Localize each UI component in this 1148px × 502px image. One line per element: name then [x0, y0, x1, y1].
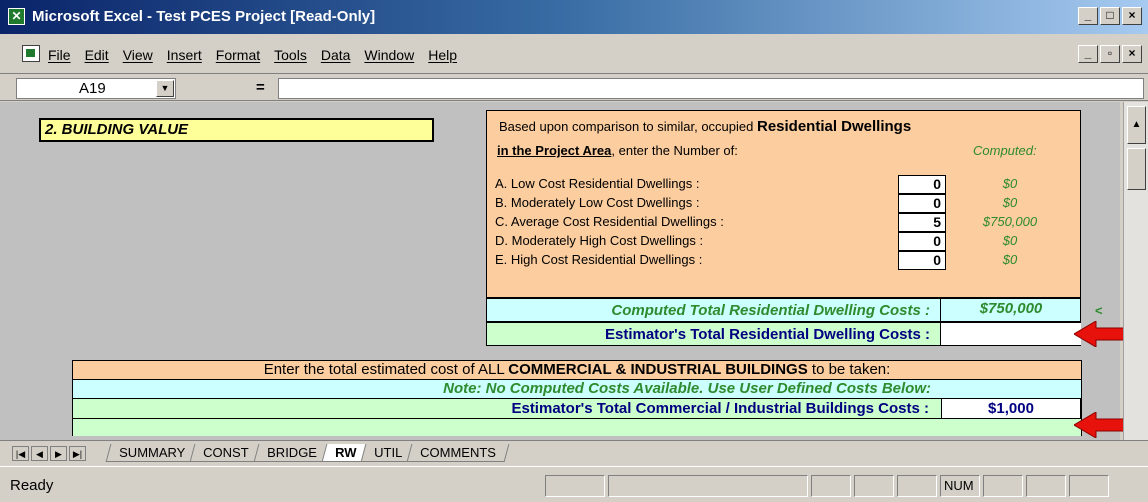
menu-format[interactable]: Format	[216, 47, 260, 63]
menu-window[interactable]: Window	[364, 47, 414, 63]
dwelling-computed-cost: $0	[1002, 233, 1018, 248]
dwelling-label: E. High Cost Residential Dwellings :	[495, 252, 703, 267]
status-cell	[854, 475, 894, 497]
estimator-residential-row: Estimator's Total Residential Dwelling C…	[486, 322, 1081, 346]
dwelling-label: D. Moderately High Cost Dwellings :	[495, 233, 704, 248]
cell-reference: A19	[79, 80, 106, 97]
residential-panel: Based upon comparison to similar, occupi…	[486, 110, 1081, 298]
menu-edit[interactable]: Edit	[85, 47, 109, 63]
dwelling-quantity-input[interactable]: 0	[898, 194, 946, 213]
dwelling-row: A. Low Cost Residential Dwellings : 0 $0	[495, 175, 1075, 194]
commercial-note: Note: No Computed Costs Available. Use U…	[73, 380, 1081, 399]
commercial-intro: Enter the total estimated cost of ALL CO…	[73, 361, 1081, 380]
estimator-residential-input[interactable]	[940, 323, 1081, 345]
estimator-commercial-label: Estimator's Total Commercial / Industria…	[511, 400, 929, 417]
estimator-commercial-input[interactable]: $1,000	[941, 398, 1081, 419]
formula-bar: A19 ▼ =	[0, 75, 1148, 101]
dwelling-computed-cost: $0	[1002, 176, 1018, 191]
scroll-up-icon[interactable]: ▲	[1127, 106, 1146, 144]
close-button[interactable]: ×	[1122, 7, 1142, 25]
scroll-thumb[interactable]	[1127, 148, 1146, 190]
computed-total-label: Computed Total Residential Dwelling Cost…	[611, 302, 930, 319]
dwelling-quantity-input[interactable]: 0	[898, 175, 946, 194]
dwelling-label: B. Moderately Low Cost Dwellings :	[495, 195, 700, 210]
commercial-blank-row	[73, 419, 1081, 436]
menu-file[interactable]: File	[48, 47, 71, 63]
last-sheet-icon[interactable]: ▶|	[69, 446, 86, 461]
status-text: Ready	[10, 477, 54, 494]
minimize-button[interactable]: _	[1078, 7, 1098, 25]
computed-total-row: Computed Total Residential Dwelling Cost…	[486, 298, 1081, 322]
dwelling-quantity-input[interactable]: 5	[898, 213, 946, 232]
menu-help[interactable]: Help	[428, 47, 457, 63]
excel-app-icon[interactable]: ✕	[8, 8, 25, 25]
document-controls: _ ▫ ×	[1078, 45, 1142, 63]
status-bar: Ready NUM	[0, 466, 1148, 502]
residential-area-line: in the Project Area, enter the Number of…	[497, 143, 738, 158]
menu-insert[interactable]: Insert	[167, 47, 202, 63]
residential-intro: Based upon comparison to similar, occupi…	[499, 118, 912, 135]
computed-total-value[interactable]: $750,000	[940, 299, 1081, 321]
pointer-marker: <	[1095, 303, 1103, 318]
first-sheet-icon[interactable]: |◀	[12, 446, 29, 461]
dwelling-row: E. High Cost Residential Dwellings : 0 $…	[495, 251, 1075, 270]
computed-header: Computed:	[973, 143, 1037, 158]
status-cell	[811, 475, 851, 497]
menu-bar: File Edit View Insert Format Tools Data …	[0, 34, 1148, 74]
status-cell	[545, 475, 605, 497]
window-controls: _ □ ×	[1078, 7, 1142, 25]
prev-sheet-icon[interactable]: ◀	[31, 446, 48, 461]
dwelling-quantity-input[interactable]: 0	[898, 251, 946, 270]
dwelling-label: C. Average Cost Residential Dwellings :	[495, 214, 724, 229]
status-cell	[983, 475, 1023, 497]
estimator-residential-label: Estimator's Total Residential Dwelling C…	[604, 326, 930, 343]
doc-close-button[interactable]: ×	[1122, 45, 1142, 63]
status-cell	[897, 475, 937, 497]
sheet-tab-bar: |◀ ◀ ▶ ▶| SUMMARY CONST BRIDGE RW UTIL C…	[0, 440, 1148, 465]
workbook-icon[interactable]	[22, 45, 40, 62]
dwelling-row: B. Moderately Low Cost Dwellings : 0 $0	[495, 194, 1075, 213]
equals-icon[interactable]: =	[256, 79, 265, 96]
section-title: 2. BUILDING VALUE	[39, 118, 434, 142]
worksheet[interactable]: 2. BUILDING VALUE Based upon comparison …	[0, 102, 1144, 440]
title-bar: ✕ Microsoft Excel - Test PCES Project [R…	[0, 0, 1148, 34]
dwelling-quantity-input[interactable]: 0	[898, 232, 946, 251]
status-indicators: NUM	[545, 475, 1109, 497]
doc-minimize-button[interactable]: _	[1078, 45, 1098, 63]
next-sheet-icon[interactable]: ▶	[50, 446, 67, 461]
menu-tools[interactable]: Tools	[274, 47, 307, 63]
maximize-button[interactable]: □	[1100, 7, 1120, 25]
chevron-down-icon[interactable]: ▼	[156, 80, 174, 97]
tab-bridge[interactable]: BRIDGE	[253, 444, 330, 462]
dwelling-row: C. Average Cost Residential Dwellings : …	[495, 213, 1075, 232]
tab-const[interactable]: CONST	[189, 444, 263, 462]
doc-restore-button[interactable]: ▫	[1100, 45, 1120, 63]
formula-input[interactable]	[278, 78, 1144, 99]
commercial-panel: Enter the total estimated cost of ALL CO…	[72, 360, 1082, 436]
dwelling-row: D. Moderately High Cost Dwellings : 0 $0	[495, 232, 1075, 251]
window-title: Microsoft Excel - Test PCES Project [Rea…	[32, 8, 376, 25]
name-box[interactable]: A19 ▼	[16, 78, 176, 99]
status-cell	[1069, 475, 1109, 497]
sheet-tabs: SUMMARY CONST BRIDGE RW UTIL COMMENTS	[105, 444, 510, 462]
status-cell	[608, 475, 808, 497]
tab-comments[interactable]: COMMENTS	[406, 444, 510, 462]
dwelling-computed-cost: $0	[1002, 195, 1018, 210]
menu-data[interactable]: Data	[321, 47, 351, 63]
vertical-scrollbar[interactable]: ▲	[1123, 102, 1148, 440]
tab-summary[interactable]: SUMMARY	[105, 444, 199, 462]
menu-view[interactable]: View	[123, 47, 153, 63]
estimator-commercial-row: Estimator's Total Commercial / Industria…	[73, 398, 1081, 419]
num-lock-indicator: NUM	[940, 475, 980, 497]
dwelling-label: A. Low Cost Residential Dwellings :	[495, 176, 700, 191]
dwelling-computed-cost: $750,000	[982, 214, 1038, 229]
status-cell	[1026, 475, 1066, 497]
dwelling-computed-cost: $0	[1002, 252, 1018, 267]
tab-navigation: |◀ ◀ ▶ ▶|	[12, 446, 86, 461]
